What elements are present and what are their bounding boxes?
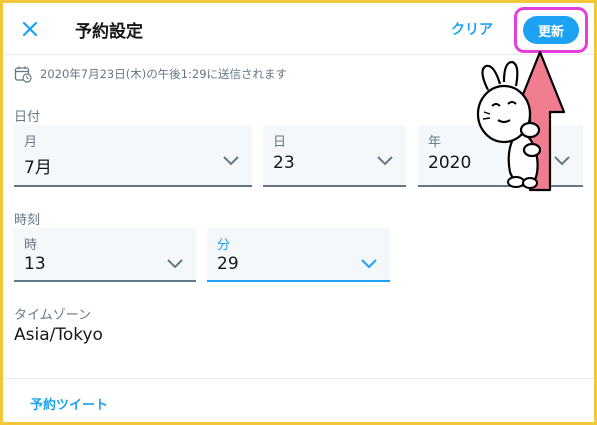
- update-button[interactable]: 更新: [523, 16, 579, 44]
- timezone-value: Asia/Tokyo: [14, 325, 103, 345]
- scheduled-tweets-link[interactable]: 予約ツイート: [30, 394, 108, 413]
- month-value: 7月: [24, 158, 52, 178]
- timezone-label: タイムゾーン: [14, 308, 92, 323]
- schedule-summary: 2020年7月23日(木)の午後1:29に送信されます: [14, 64, 287, 84]
- hour-select[interactable]: 時 13: [14, 228, 196, 282]
- year-value: 2020: [428, 153, 472, 173]
- day-label: 日: [273, 135, 287, 150]
- day-select[interactable]: 日 23: [263, 125, 406, 187]
- chevron-down-icon: [361, 259, 377, 269]
- time-section-label: 時刻: [14, 213, 41, 228]
- minute-select[interactable]: 分 29: [207, 228, 390, 282]
- chevron-down-icon: [377, 156, 393, 166]
- close-icon[interactable]: [19, 18, 41, 40]
- rabbit-mascot-with-arrow: [476, 50, 566, 192]
- schedule-text: 2020年7月23日(木)の午後1:29に送信されます: [40, 67, 288, 81]
- minute-value: 29: [217, 254, 239, 274]
- hour-value: 13: [24, 254, 46, 274]
- month-label: 月: [24, 135, 38, 150]
- minute-label: 分: [217, 238, 231, 253]
- chevron-down-icon: [167, 259, 183, 269]
- date-section-label: 日付: [14, 110, 41, 125]
- calendar-clock-icon: [14, 66, 32, 83]
- dialog-title: 予約設定: [75, 22, 143, 42]
- day-value: 23: [273, 153, 295, 173]
- month-select[interactable]: 月 7月: [14, 125, 252, 187]
- clear-button[interactable]: クリア: [451, 19, 493, 39]
- year-label: 年: [428, 135, 442, 150]
- chevron-down-icon: [223, 156, 239, 166]
- footer-divider: [3, 378, 594, 379]
- hour-label: 時: [24, 238, 38, 253]
